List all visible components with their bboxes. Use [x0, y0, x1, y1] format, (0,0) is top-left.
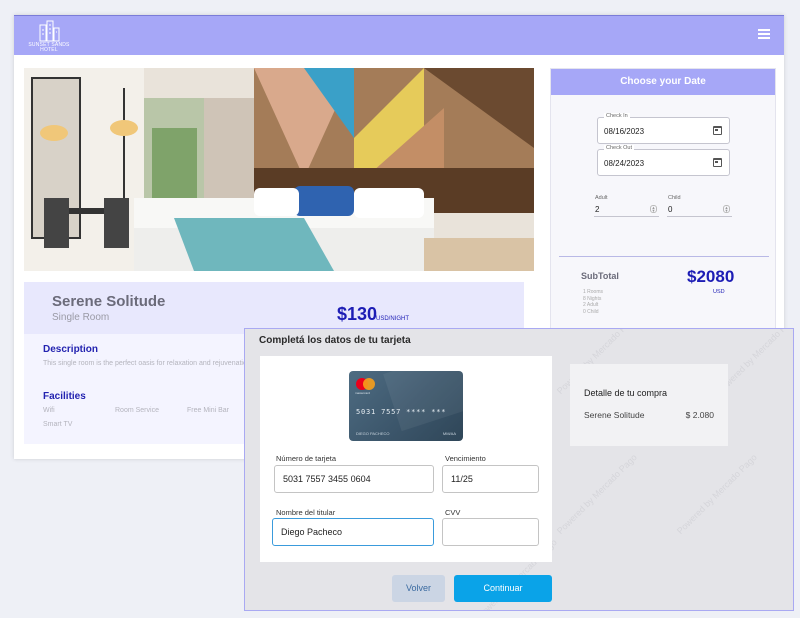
subtotal-line: 1 Rooms: [583, 289, 604, 295]
watermark: Powered by Mercado Pago: [675, 452, 759, 537]
navbar: SUNSET SANDS HOTEL: [14, 15, 784, 55]
card-preview-expiry: MM/AA: [442, 431, 456, 436]
stepper-icon[interactable]: ▲ ▼: [650, 205, 657, 213]
calendar-icon[interactable]: [713, 158, 722, 167]
card-preview-number: 5031 7557 **** ***: [356, 408, 447, 416]
description-text: This single room is the perfect oasis fo…: [43, 360, 253, 367]
divider: [559, 256, 769, 257]
stepper-icon[interactable]: ▲ ▼: [723, 205, 730, 213]
purchase-summary: Detalle de tu compra Serene Solitude $ 2…: [570, 364, 728, 446]
child-input[interactable]: Child 0 ▲ ▼: [667, 195, 732, 217]
child-label: Child: [668, 195, 681, 201]
cvv-input[interactable]: [442, 518, 539, 546]
purchase-summary-title: Detalle de tu compra: [584, 388, 668, 398]
credit-card-preview: mastercard 5031 7557 **** *** DIEGO PACH…: [349, 371, 463, 441]
subtotal-value: $2080: [687, 267, 735, 286]
subtotal-breakdown: 1 Rooms 8 Nights 2 Adult 0 Child: [583, 289, 603, 315]
logo-text: SUNSET SANDS HOTEL: [28, 42, 70, 53]
purchase-item-price: $ 2.080: [685, 410, 714, 420]
expiry-input[interactable]: 11/25: [442, 465, 539, 493]
hamburger-menu-icon[interactable]: [758, 29, 770, 41]
payment-modal: Powered by Mercado Pago Powered by Merca…: [244, 328, 794, 611]
cvv-label: CVV: [445, 508, 461, 517]
adult-value: 2: [595, 205, 600, 214]
holder-name-input[interactable]: Diego Pacheco: [272, 518, 434, 546]
card-number-label: Número de tarjeta: [276, 454, 337, 463]
check-in-value: 08/16/2023: [604, 127, 645, 136]
check-out-field[interactable]: Check Out 08/24/2023: [597, 145, 730, 176]
child-value: 0: [668, 205, 673, 214]
facility-item: Room Service: [115, 407, 159, 414]
description-heading: Description: [43, 344, 99, 355]
facility-item: Wifi: [43, 407, 55, 414]
room-type: Single Room: [52, 312, 110, 323]
card-number-input[interactable]: 5031 7557 3455 0604: [274, 465, 434, 493]
card-preview-holder: DIEGO PACHECO: [356, 431, 390, 436]
facility-item: Smart TV: [43, 421, 73, 428]
mastercard-icon: [356, 378, 376, 390]
watermark: Powered by Mercado Pago: [555, 452, 639, 537]
room-name: Serene Solitude: [52, 293, 166, 310]
mastercard-wordmark: mastercard: [355, 391, 371, 395]
adult-input[interactable]: Adult 2 ▲ ▼: [594, 195, 659, 217]
check-out-value: 08/24/2023: [604, 159, 645, 168]
check-out-label: Check Out: [604, 145, 634, 151]
continue-button[interactable]: Continuar: [454, 575, 552, 602]
choose-date-header: Choose your Date: [551, 69, 775, 95]
room-summary-bar: Serene Solitude Single Room $130 USD/NIG…: [24, 282, 524, 334]
room-price: $130: [337, 304, 378, 324]
adult-label: Adult: [595, 195, 608, 201]
card-form: mastercard 5031 7557 **** *** DIEGO PACH…: [260, 356, 552, 562]
check-in-label: Check In: [604, 113, 630, 119]
check-in-field[interactable]: Check In 08/16/2023: [597, 113, 730, 144]
room-photo: [24, 68, 534, 271]
subtotal-line: 0 Child: [583, 308, 599, 315]
subtotal-currency: USD: [713, 289, 725, 295]
expiry-label: Vencimiento: [445, 454, 486, 463]
back-button[interactable]: Volver: [392, 575, 445, 602]
calendar-icon[interactable]: [713, 126, 722, 135]
hotel-logo[interactable]: SUNSET SANDS HOTEL: [26, 19, 72, 53]
room-price-unit: USD/NIGHT: [376, 316, 409, 322]
facilities-heading: Facilities: [43, 391, 86, 402]
payment-title: Completá los datos de tu tarjeta: [259, 335, 411, 346]
subtotal-label: SubTotal: [581, 271, 619, 281]
holder-name-label: Nombre del titular: [276, 508, 336, 517]
facility-item: Free Mini Bar: [187, 407, 230, 414]
hotel-building-icon: [39, 20, 60, 42]
purchase-item-name: Serene Solitude: [584, 410, 645, 420]
